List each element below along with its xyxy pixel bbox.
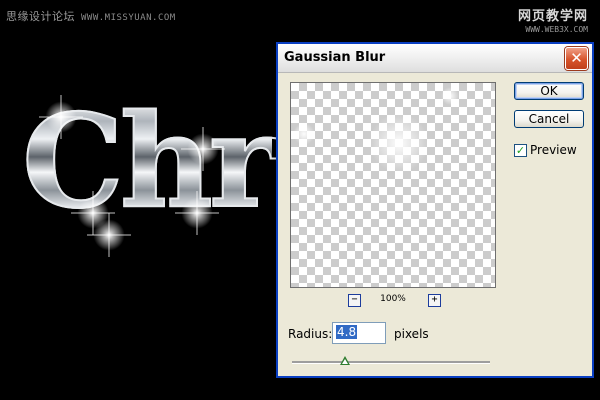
ok-button[interactable]: OK: [514, 82, 584, 100]
cancel-button[interactable]: Cancel: [514, 110, 584, 128]
sparkle-1: [44, 100, 78, 134]
radius-label: Radius:: [288, 327, 333, 341]
gaussian-blur-dialog: Gaussian Blur ✕ − 100% + Radius: 4.8 pix…: [276, 42, 594, 378]
radius-units: pixels: [394, 327, 429, 341]
dialog-title: Gaussian Blur: [284, 50, 386, 65]
preview-checkbox[interactable]: ✓: [514, 144, 527, 157]
preview-pane[interactable]: [290, 82, 496, 288]
zoom-out-button[interactable]: −: [348, 294, 361, 307]
canvas-artwork: Chr: [0, 60, 300, 280]
watermark-left-text: 思缘设计论坛: [6, 10, 75, 23]
watermark-right-url: WWW.WEB3X.COM: [525, 25, 588, 34]
radius-input[interactable]: 4.8: [332, 322, 386, 344]
radius-slider[interactable]: [292, 356, 490, 370]
checkmark-icon: ✓: [515, 144, 526, 157]
slider-track: [292, 361, 490, 364]
preview-glow: [293, 123, 315, 145]
slider-thumb[interactable]: [340, 356, 351, 365]
minus-icon: −: [351, 294, 358, 305]
watermark-right: 网页教学网 WWW.WEB3X.COM: [518, 5, 588, 34]
close-button[interactable]: ✕: [565, 47, 588, 70]
sparkle-5: [186, 132, 220, 166]
radius-value: 4.8: [336, 325, 358, 339]
sparkle-3: [92, 218, 126, 252]
preview-glow: [441, 87, 459, 105]
watermark-right-text: 网页教学网: [517, 9, 588, 24]
preview-glow: [369, 113, 429, 173]
zoom-in-button[interactable]: +: [428, 294, 441, 307]
close-icon: ✕: [570, 49, 583, 67]
watermark-left: 思缘设计论坛 WWW.MISSYUAN.COM: [6, 8, 176, 24]
zoom-level: 100%: [380, 294, 406, 304]
zoom-controls: − 100% +: [290, 294, 496, 308]
watermark-left-url: WWW.MISSYUAN.COM: [81, 13, 176, 23]
sparkle-4: [180, 196, 214, 230]
plus-icon: +: [431, 294, 438, 305]
dialog-title-bar[interactable]: Gaussian Blur ✕: [278, 44, 592, 73]
preview-label: Preview: [530, 143, 577, 157]
